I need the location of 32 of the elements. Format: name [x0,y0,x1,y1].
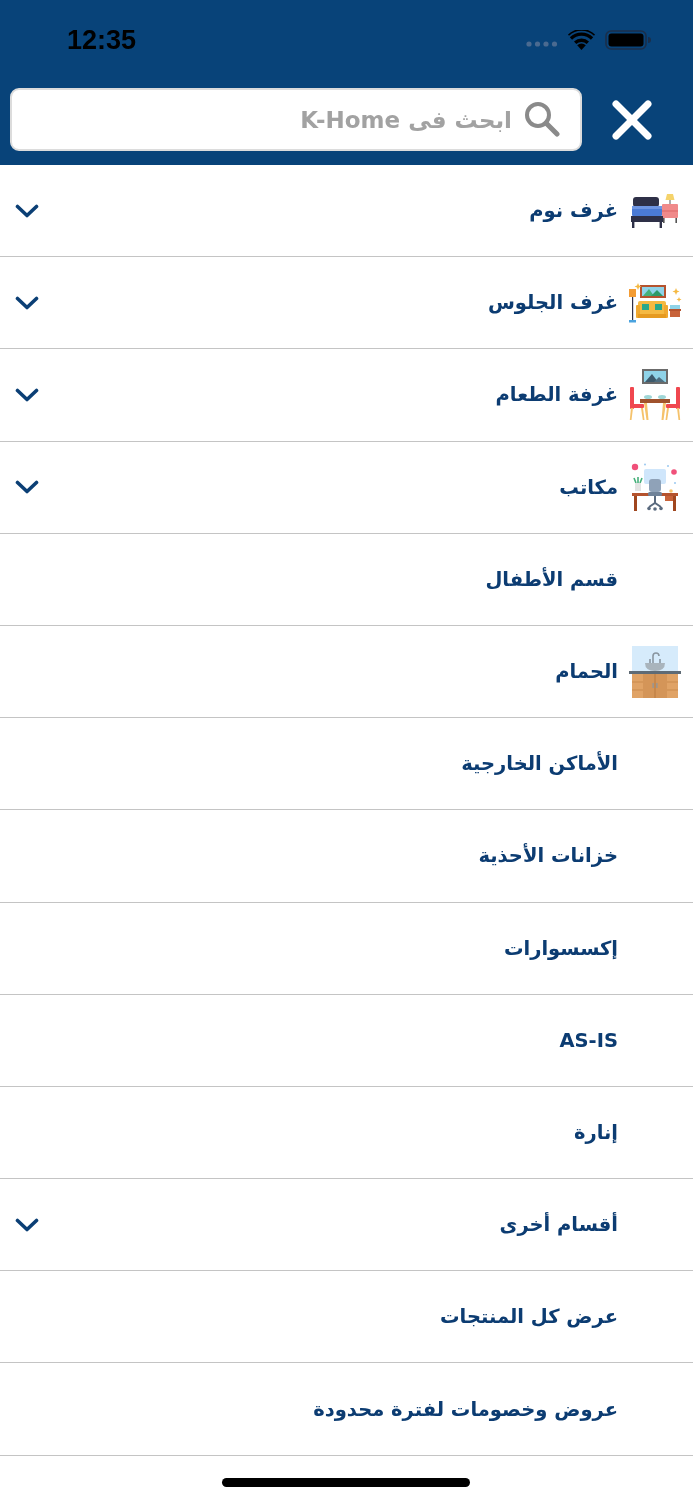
search-field[interactable]: ابحث فى K-Home [10,88,582,151]
category-link[interactable]: مكاتب [559,475,618,499]
close-icon [612,99,652,140]
close-button[interactable] [610,97,654,142]
bed-icon [631,192,679,229]
chevron-down-icon[interactable] [15,203,39,218]
cellular-signal-icon [526,41,558,47]
chevron-down-icon[interactable] [15,1217,39,1232]
category-link[interactable]: عروض وخصومات لفترة محدودة [313,1397,618,1421]
category-link[interactable]: غرفة الطعام [495,383,618,407]
category-link[interactable]: AS-IS [559,1028,618,1052]
sink-cabinet-icon [629,645,681,698]
category-link[interactable]: إكسسوارات [503,936,618,960]
chevron-down-icon[interactable] [15,295,39,310]
category-link[interactable]: غرف نوم [529,199,618,223]
search-icon [524,101,560,137]
sofa-icon [628,282,682,323]
category-link[interactable]: الأماكن الخارجية [461,752,618,776]
wifi-icon [568,30,595,50]
category-link[interactable]: الحمام [555,660,618,684]
category-link[interactable]: إنارة [573,1120,618,1144]
category-link[interactable]: غرف الجلوس [487,291,618,315]
category-link[interactable]: عرض كل المنتجات [440,1305,618,1329]
battery-icon [605,30,651,50]
status-time: 12:35 [67,24,137,56]
chevron-down-icon[interactable] [15,480,39,495]
office-desk-icon [631,463,679,512]
category-link[interactable]: خزانات الأحذية [478,844,618,868]
category-link[interactable]: أقسام أخرى [499,1213,618,1237]
dining-table-icon [629,369,681,421]
category-link[interactable]: قسم الأطفال [485,567,618,591]
chevron-down-icon[interactable] [15,387,39,402]
